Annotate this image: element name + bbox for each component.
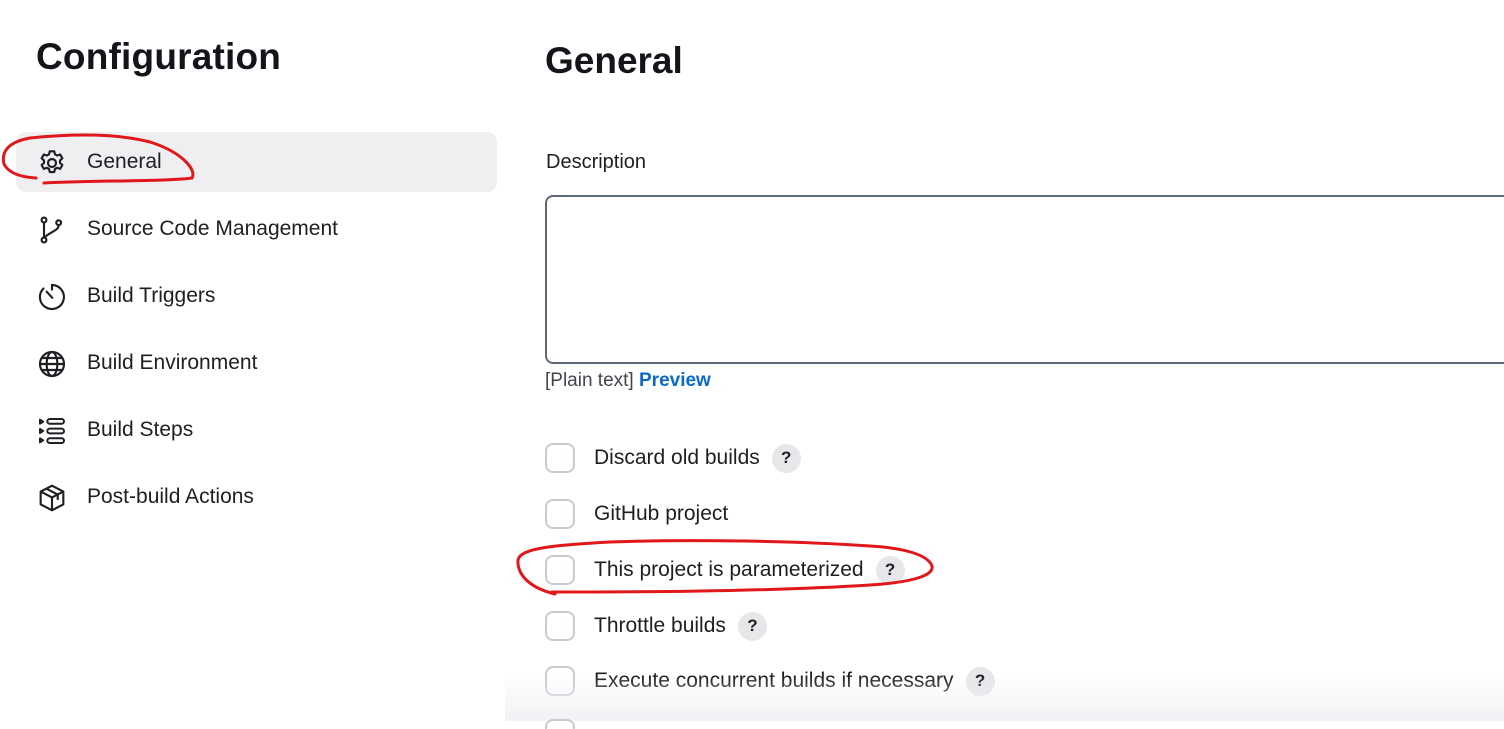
option-label[interactable]: Discard old builds xyxy=(594,446,760,470)
github-project-checkbox[interactable] xyxy=(545,499,575,529)
globe-icon xyxy=(36,348,68,380)
sidebar-nav: General Source Code Management Build Tri… xyxy=(16,132,497,534)
throttle-builds-checkbox[interactable] xyxy=(545,611,575,641)
option-label[interactable]: GitHub project xyxy=(594,502,728,526)
parameterized-checkbox[interactable] xyxy=(545,555,575,585)
sidebar-item-label: Post-build Actions xyxy=(87,485,254,508)
partial-checkbox xyxy=(545,719,575,729)
package-icon xyxy=(36,482,68,514)
timer-icon xyxy=(36,281,68,313)
help-icon[interactable]: ? xyxy=(771,443,801,473)
sidebar-title: Configuration xyxy=(36,36,282,77)
sidebar-item-label: Source Code Management xyxy=(87,217,338,240)
option-label[interactable]: Throttle builds xyxy=(594,614,726,638)
sidebar-item-label: Build Environment xyxy=(87,351,258,374)
jenkins-configure-page: Configuration General Source Code Manage… xyxy=(0,0,1504,729)
description-format: [Plain text] Preview xyxy=(545,370,711,392)
list-steps-icon xyxy=(36,415,68,447)
preview-link[interactable]: Preview xyxy=(639,370,711,391)
sidebar-item-general[interactable]: General xyxy=(16,132,497,192)
bottom-bar-shadow xyxy=(505,676,1504,721)
option-github-project: GitHub project xyxy=(545,497,728,531)
sidebar-item-source-code-management[interactable]: Source Code Management xyxy=(16,199,497,259)
description-label: Description xyxy=(546,151,647,173)
help-icon[interactable]: ? xyxy=(875,555,905,585)
option-parameterized: This project is parameterized ? xyxy=(545,553,905,587)
sidebar-item-post-build-actions[interactable]: Post-build Actions xyxy=(16,467,497,527)
option-throttle-builds: Throttle builds ? xyxy=(545,609,767,643)
sidebar-item-build-steps[interactable]: Build Steps xyxy=(16,400,497,460)
option-discard-old-builds: Discard old builds ? xyxy=(545,441,801,475)
format-text: [Plain text] xyxy=(545,370,634,391)
gear-icon xyxy=(36,147,68,179)
sidebar-item-label: General xyxy=(87,150,162,173)
discard-old-builds-checkbox[interactable] xyxy=(545,443,575,473)
help-icon[interactable]: ? xyxy=(737,611,767,641)
sidebar-item-label: Build Steps xyxy=(87,418,194,441)
sidebar-item-build-triggers[interactable]: Build Triggers xyxy=(16,266,497,326)
sidebar-item-label: Build Triggers xyxy=(87,284,216,307)
option-label[interactable]: This project is parameterized xyxy=(594,558,864,582)
sidebar-item-build-environment[interactable]: Build Environment xyxy=(16,333,497,393)
git-branch-icon xyxy=(36,214,68,246)
description-textarea[interactable] xyxy=(545,195,1504,364)
page-title: General xyxy=(545,40,683,81)
